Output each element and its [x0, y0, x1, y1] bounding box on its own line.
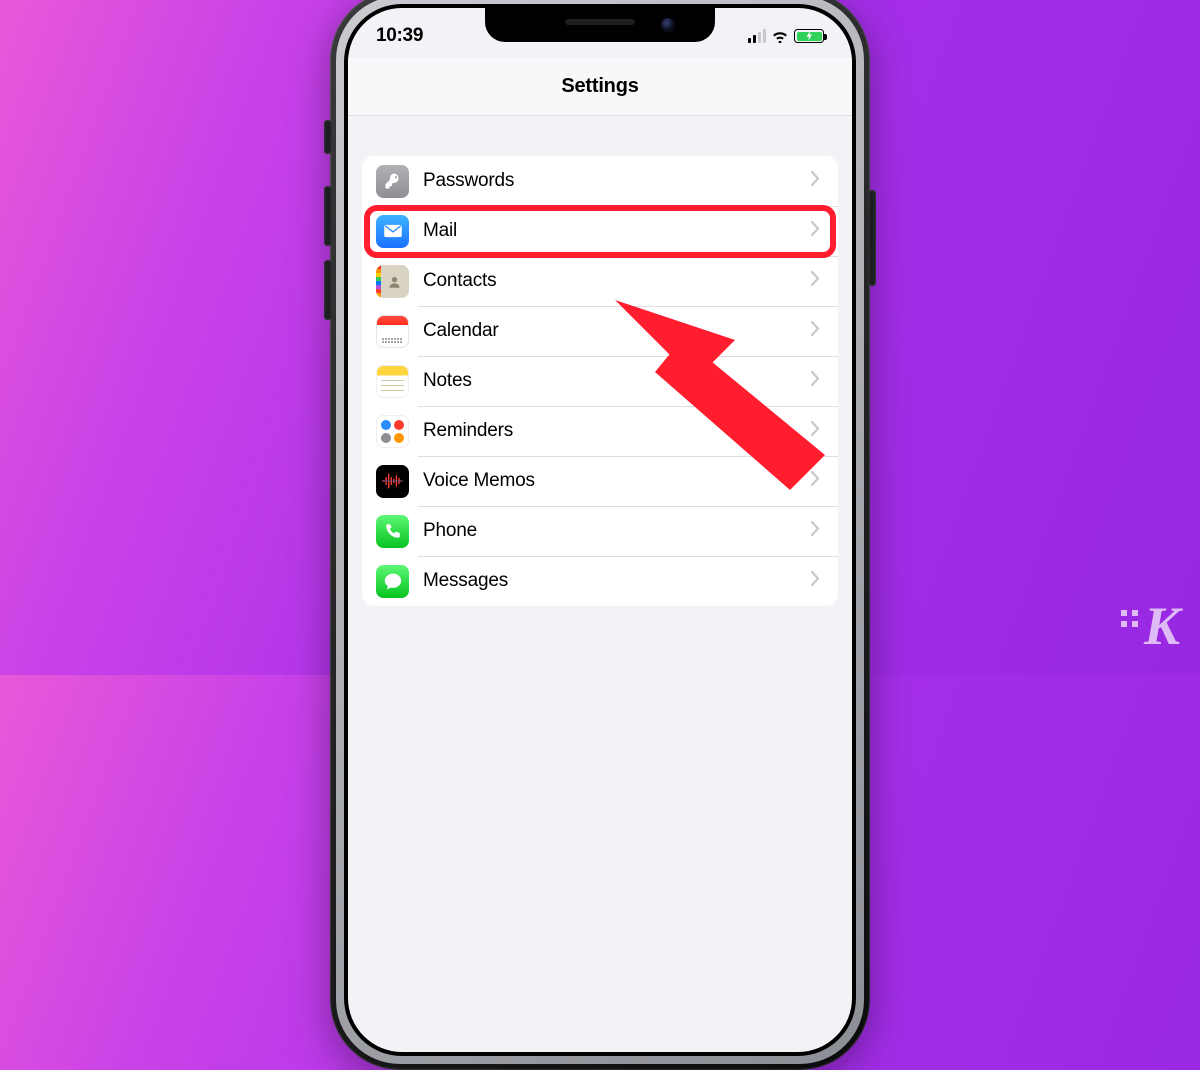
row-label: Mail [423, 220, 811, 242]
chevron-right-icon [811, 521, 820, 541]
speaker-grille [565, 19, 635, 25]
cellular-signal-icon [748, 29, 766, 43]
front-camera [661, 18, 675, 32]
notes-icon [376, 365, 409, 398]
wifi-icon [771, 29, 789, 43]
row-label: Notes [423, 370, 811, 392]
row-label: Messages [423, 570, 811, 592]
row-label: Passwords [423, 170, 811, 192]
chevron-right-icon [811, 221, 820, 241]
watermark-logo: K [1121, 595, 1178, 657]
key-icon [376, 165, 409, 198]
messages-icon [376, 565, 409, 598]
status-icons [748, 29, 824, 43]
row-messages[interactable]: Messages [362, 556, 838, 606]
chevron-right-icon [811, 371, 820, 391]
notch [485, 8, 715, 42]
row-label: Calendar [423, 320, 811, 342]
side-button-power [868, 190, 876, 286]
battery-icon [794, 29, 824, 43]
chevron-right-icon [811, 421, 820, 441]
row-label: Reminders [423, 420, 811, 442]
chevron-right-icon [811, 271, 820, 291]
status-time: 10:39 [376, 25, 423, 47]
row-label: Phone [423, 520, 811, 542]
row-voicememos[interactable]: Voice Memos [362, 456, 838, 506]
row-reminders[interactable]: Reminders [362, 406, 838, 456]
settings-group: Passwords Mail [362, 156, 838, 606]
side-button-silent [324, 120, 332, 154]
side-button-volume-up [324, 186, 332, 246]
nav-header: Settings [348, 58, 852, 116]
chevron-right-icon [811, 471, 820, 491]
row-contacts[interactable]: Contacts [362, 256, 838, 306]
watermark-letter: K [1144, 595, 1178, 657]
phone-icon [376, 515, 409, 548]
row-mail[interactable]: Mail [362, 206, 838, 256]
phone-frame: 10:39 Settings [330, 0, 870, 1070]
phone-bezel: 10:39 Settings [344, 4, 856, 1056]
phone-screen: 10:39 Settings [348, 8, 852, 1052]
settings-list: Passwords Mail [348, 116, 852, 606]
row-phone[interactable]: Phone [362, 506, 838, 556]
calendar-icon [376, 315, 409, 348]
watermark-dots-icon [1121, 610, 1138, 627]
mail-icon [376, 215, 409, 248]
chevron-right-icon [811, 321, 820, 341]
row-passwords[interactable]: Passwords [362, 156, 838, 206]
chevron-right-icon [811, 171, 820, 191]
row-label: Contacts [423, 270, 811, 292]
row-calendar[interactable]: Calendar [362, 306, 838, 356]
side-button-volume-down [324, 260, 332, 320]
contacts-icon [376, 265, 409, 298]
chevron-right-icon [811, 571, 820, 591]
page-title: Settings [561, 75, 638, 98]
reminders-icon [376, 415, 409, 448]
voice-memos-icon [376, 465, 409, 498]
row-label: Voice Memos [423, 470, 811, 492]
row-notes[interactable]: Notes [362, 356, 838, 406]
